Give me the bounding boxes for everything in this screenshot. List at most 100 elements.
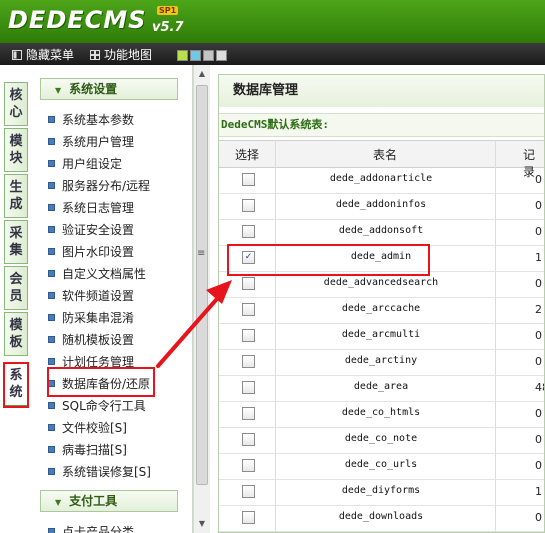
col-select: 选择	[235, 148, 260, 162]
tab-collect[interactable]: 采集	[4, 220, 28, 264]
row-checkbox[interactable]	[242, 511, 255, 524]
tab-label: 生成	[9, 180, 23, 212]
tab-core[interactable]: 核心	[4, 82, 28, 126]
hide-menu-button[interactable]: 隐藏菜单	[12, 46, 74, 63]
row-checkbox[interactable]	[242, 355, 255, 368]
section-payment-tools[interactable]: ▼ 支付工具	[40, 490, 178, 512]
sidebar-item-label: 防采集串混淆	[62, 311, 135, 325]
top-menubar: 隐藏菜单 功能地图	[0, 43, 545, 65]
sidebar-item[interactable]: 自定义文档属性	[48, 265, 146, 282]
record-count-cell: 0	[535, 329, 542, 342]
col-table-name: 表名	[373, 148, 398, 162]
skin-swatch-blue[interactable]	[190, 50, 201, 61]
sidebar-item[interactable]: 系统错误修复[S]	[48, 463, 151, 480]
row-checkbox[interactable]	[242, 173, 255, 186]
skin-swatch-gray[interactable]	[203, 50, 214, 61]
bullet-icon	[48, 226, 55, 233]
dedecms-logo: DEDECMS	[8, 6, 147, 34]
scroll-down-icon[interactable]: ▼	[195, 517, 209, 531]
record-count-cell: 0	[535, 511, 542, 524]
skin-swatch-light[interactable]	[216, 50, 227, 61]
site-map-button[interactable]: 功能地图	[90, 46, 152, 63]
sidebar-item[interactable]: 系统日志管理	[48, 199, 134, 216]
sidebar-item[interactable]: 服务器分布/远程	[48, 177, 150, 194]
sidebar-item[interactable]: 系统用户管理	[48, 133, 134, 150]
sidebar-item[interactable]: 图片水印设置	[48, 243, 134, 260]
row-checkbox[interactable]	[242, 303, 255, 316]
sidebar-item-card-category[interactable]: 点卡产品分类	[48, 523, 134, 533]
bullet-icon	[48, 182, 55, 189]
sidebar-item[interactable]: 随机模板设置	[48, 331, 134, 348]
record-count-cell: 0	[535, 277, 542, 290]
bullet-icon	[48, 160, 55, 167]
sp-badge: SP1	[157, 6, 179, 15]
table-name-cell: dede_diyforms	[341, 485, 421, 496]
bullet-icon	[48, 358, 55, 365]
table-name-cell: dede_addonsoft	[338, 225, 424, 236]
tab-member[interactable]: 会员	[4, 266, 28, 310]
record-count-cell: 0	[535, 407, 542, 420]
bullet-icon	[48, 314, 55, 321]
bullet-icon	[48, 292, 55, 299]
bullet-icon	[48, 402, 55, 409]
skin-swatch-green[interactable]	[177, 50, 188, 61]
sidebar-item[interactable]: 防采集串混淆	[48, 309, 134, 326]
sidebar-item-label: 随机模板设置	[62, 333, 135, 347]
sidebar-item-label: 文件校验[S]	[62, 421, 127, 435]
row-checkbox[interactable]	[242, 433, 255, 446]
sidebar-item-label: 验证安全设置	[62, 223, 135, 237]
row-checkbox[interactable]	[242, 381, 255, 394]
panel-icon	[12, 49, 22, 60]
sidebar-item[interactable]: 病毒扫描[S]	[48, 441, 127, 458]
sidebar-item[interactable]: 用户组设定	[48, 155, 122, 172]
table-row: dede_downloads 0	[219, 505, 544, 532]
record-count-cell: 1	[535, 251, 542, 264]
row-checkbox[interactable]	[242, 485, 255, 498]
row-checkbox[interactable]	[242, 225, 255, 238]
sidebar-item-label: 系统用户管理	[62, 135, 135, 149]
sidebar-item[interactable]: 软件频道设置	[48, 287, 134, 304]
resize-grip-icon[interactable]: ≡	[197, 248, 205, 259]
scroll-up-icon[interactable]: ▲	[195, 67, 209, 81]
table-row: dede_co_urls 0	[219, 453, 544, 480]
tab-generate[interactable]: 生成	[4, 174, 28, 218]
table-name-cell: dede_co_htmls	[341, 407, 421, 418]
record-count-cell: 0	[535, 433, 542, 446]
row-checkbox[interactable]	[242, 459, 255, 472]
sidebar-scrollbar[interactable]: ▲ ▼	[193, 65, 210, 533]
highlight-system-tab	[3, 362, 29, 408]
bullet-icon	[48, 336, 55, 343]
page-title: 数据库管理	[219, 75, 544, 107]
tab-template[interactable]: 模板	[4, 312, 28, 356]
bullet-icon	[48, 424, 55, 431]
sidebar-item-label: 病毒扫描[S]	[62, 443, 127, 457]
row-checkbox[interactable]	[242, 277, 255, 290]
sidebar-item-label: 点卡产品分类	[62, 525, 135, 533]
sidebar-item[interactable]: 验证安全设置	[48, 221, 134, 238]
record-count-cell: 0	[535, 355, 542, 368]
record-count-cell: 2	[535, 303, 542, 316]
scroll-thumb[interactable]	[196, 85, 208, 485]
row-checkbox[interactable]	[242, 329, 255, 342]
sidebar-item-label: SQL命令行工具	[62, 399, 146, 413]
table-row: dede_arccache 2	[219, 297, 544, 324]
section-label: 系统设置	[69, 82, 118, 96]
table-row: dede_co_note 0	[219, 427, 544, 454]
row-checkbox[interactable]	[242, 199, 255, 212]
record-count-cell: 0	[535, 199, 542, 212]
record-count-cell: 0	[535, 459, 542, 472]
row-checkbox[interactable]	[242, 407, 255, 420]
section-label: 支付工具	[69, 494, 118, 508]
sidebar-item[interactable]: 文件校验[S]	[48, 419, 127, 436]
table-name-cell: dede_arccache	[341, 303, 421, 314]
table-name-cell: dede_arctiny	[344, 355, 418, 366]
tab-module[interactable]: 模块	[4, 128, 28, 172]
sidebar-item[interactable]: 系统基本参数	[48, 111, 134, 128]
section-system-settings[interactable]: ▼ 系统设置	[40, 78, 178, 100]
hide-menu-label: 隐藏菜单	[26, 48, 75, 62]
tab-label: 模板	[9, 318, 23, 350]
sidebar-item[interactable]: SQL命令行工具	[48, 397, 146, 414]
bullet-icon	[48, 528, 55, 533]
collapse-triangle-icon: ▼	[55, 498, 62, 507]
version-label: v5.7	[152, 20, 184, 35]
